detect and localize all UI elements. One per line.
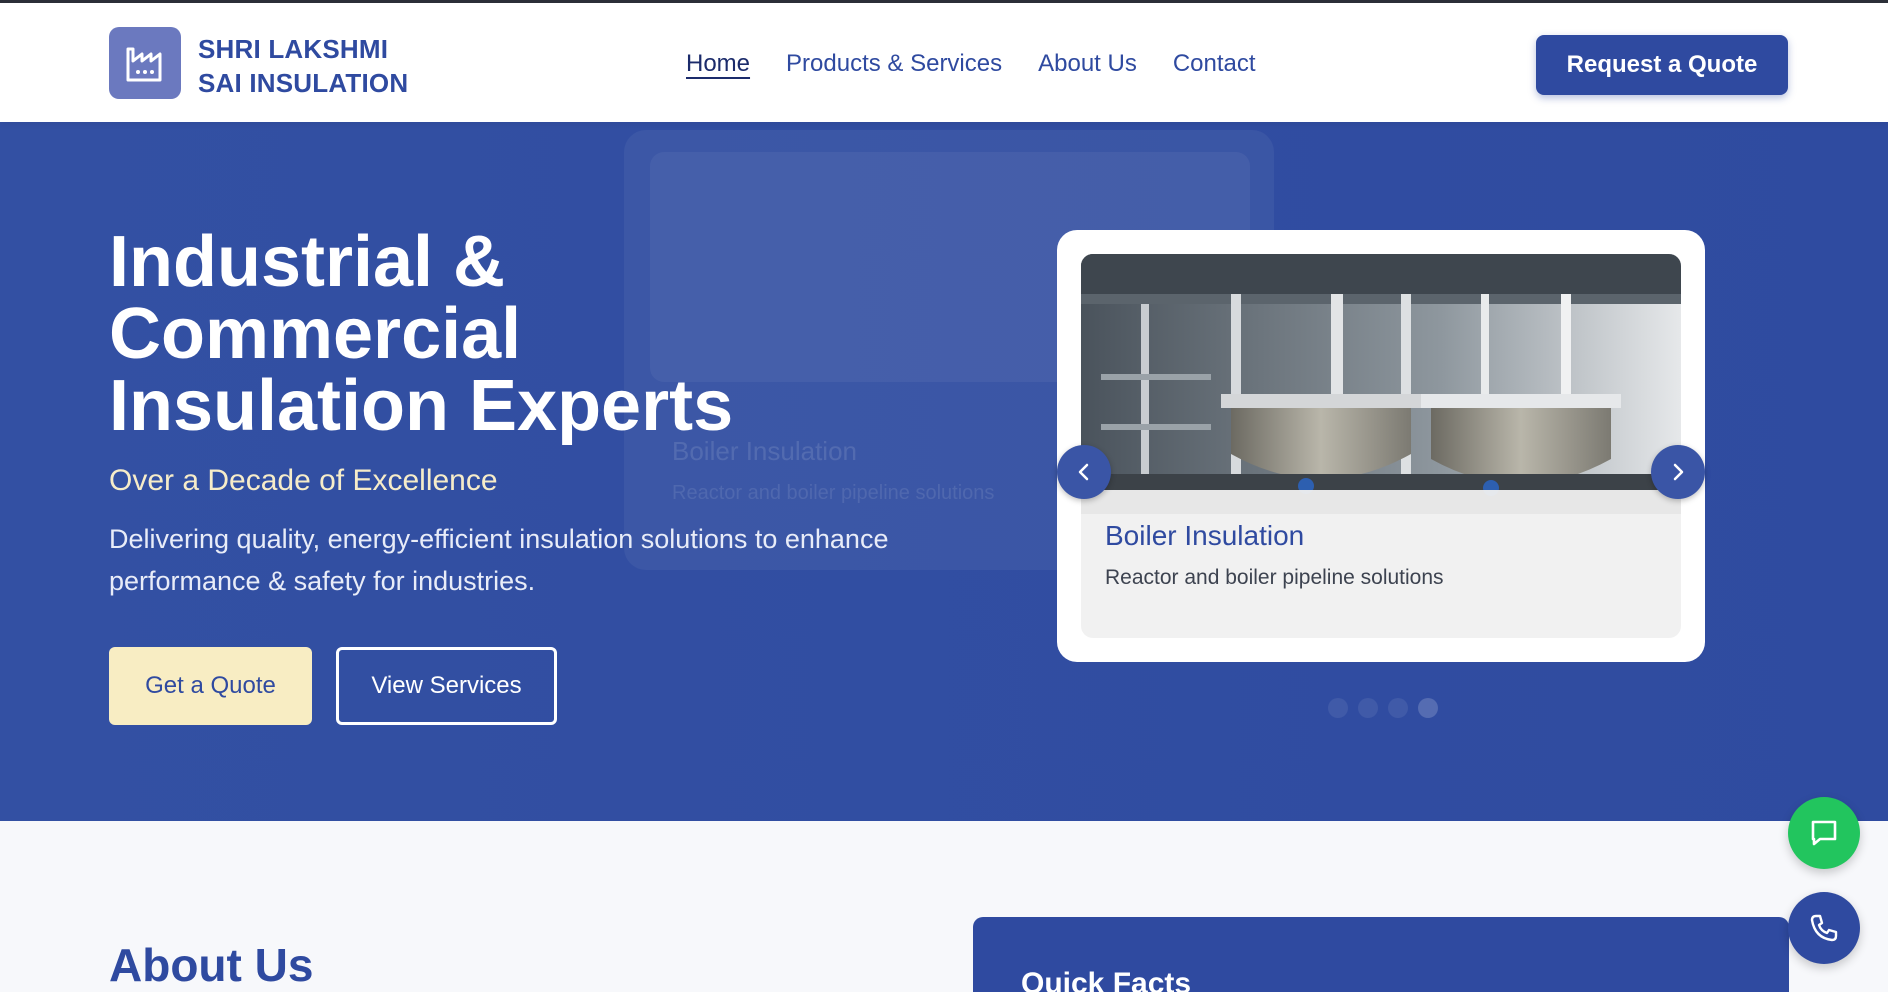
brand-line-1: SHRI LAKSHMI: [198, 34, 389, 64]
phone-button[interactable]: [1788, 892, 1860, 964]
nav-about-us[interactable]: About Us: [1038, 50, 1137, 78]
ghost-slide-text: Reactor and boiler pipeline solutions: [672, 482, 995, 504]
slide-text: Reactor and boiler pipeline solutions: [1105, 566, 1444, 589]
request-quote-button[interactable]: Request a Quote: [1536, 35, 1788, 95]
hero-subtitle: Over a Decade of Excellence: [109, 464, 498, 497]
boiler-plant-photo: [1081, 254, 1681, 514]
chat-icon: [1811, 820, 1837, 846]
logo[interactable]: [109, 27, 181, 99]
site-header: SHRI LAKSHMI SAI INSULATION Home Product…: [0, 0, 1888, 122]
hero-title-line-2: Commercial: [109, 294, 522, 374]
chat-button[interactable]: [1788, 797, 1860, 869]
hero-title-line-3: Insulation Experts: [109, 366, 734, 446]
main-nav: Home Products & Services About Us Contac…: [686, 50, 1256, 78]
view-services-button[interactable]: View Services: [336, 647, 557, 725]
chevron-left-icon: [1078, 463, 1089, 481]
chevron-right-icon: [1673, 463, 1684, 481]
brand-line-2: SAI INSULATION: [198, 68, 409, 98]
nav-home[interactable]: Home: [686, 50, 750, 78]
slide-title: Boiler Insulation: [1105, 520, 1305, 551]
quick-facts-title: Quick Facts: [1021, 967, 1192, 992]
about-heading: About Us: [109, 939, 314, 991]
carousel-dot-3[interactable]: [1388, 698, 1408, 718]
hero-section: Boiler Insulation Reactor and boiler pip…: [0, 122, 1888, 821]
hero-title: Industrial & Commercial Insulation Exper…: [109, 226, 829, 442]
carousel-prev-button[interactable]: [1057, 445, 1111, 499]
get-quote-button[interactable]: Get a Quote: [109, 647, 312, 725]
factory-icon: [126, 47, 162, 82]
carousel-dot-4[interactable]: [1418, 698, 1438, 718]
carousel-dot-2[interactable]: [1358, 698, 1378, 718]
carousel-dots: [1328, 698, 1438, 718]
carousel-card: Boiler Insulation Reactor and boiler pip…: [1057, 230, 1705, 662]
carousel-dot-1[interactable]: [1328, 698, 1348, 718]
hero-title-line-1: Industrial &: [109, 222, 506, 302]
quick-facts-card: Quick Facts: [973, 917, 1789, 992]
nav-products-services[interactable]: Products & Services: [786, 50, 1002, 78]
phone-icon: [1810, 914, 1838, 942]
nav-contact[interactable]: Contact: [1173, 50, 1256, 78]
brand-name[interactable]: SHRI LAKSHMI SAI INSULATION: [198, 32, 408, 100]
carousel-next-button[interactable]: [1651, 445, 1705, 499]
slide-image: [1081, 254, 1681, 514]
hero-description: Delivering quality, energy-efficient ins…: [109, 524, 889, 596]
slide-caption: Boiler Insulation Reactor and boiler pip…: [1081, 490, 1681, 638]
